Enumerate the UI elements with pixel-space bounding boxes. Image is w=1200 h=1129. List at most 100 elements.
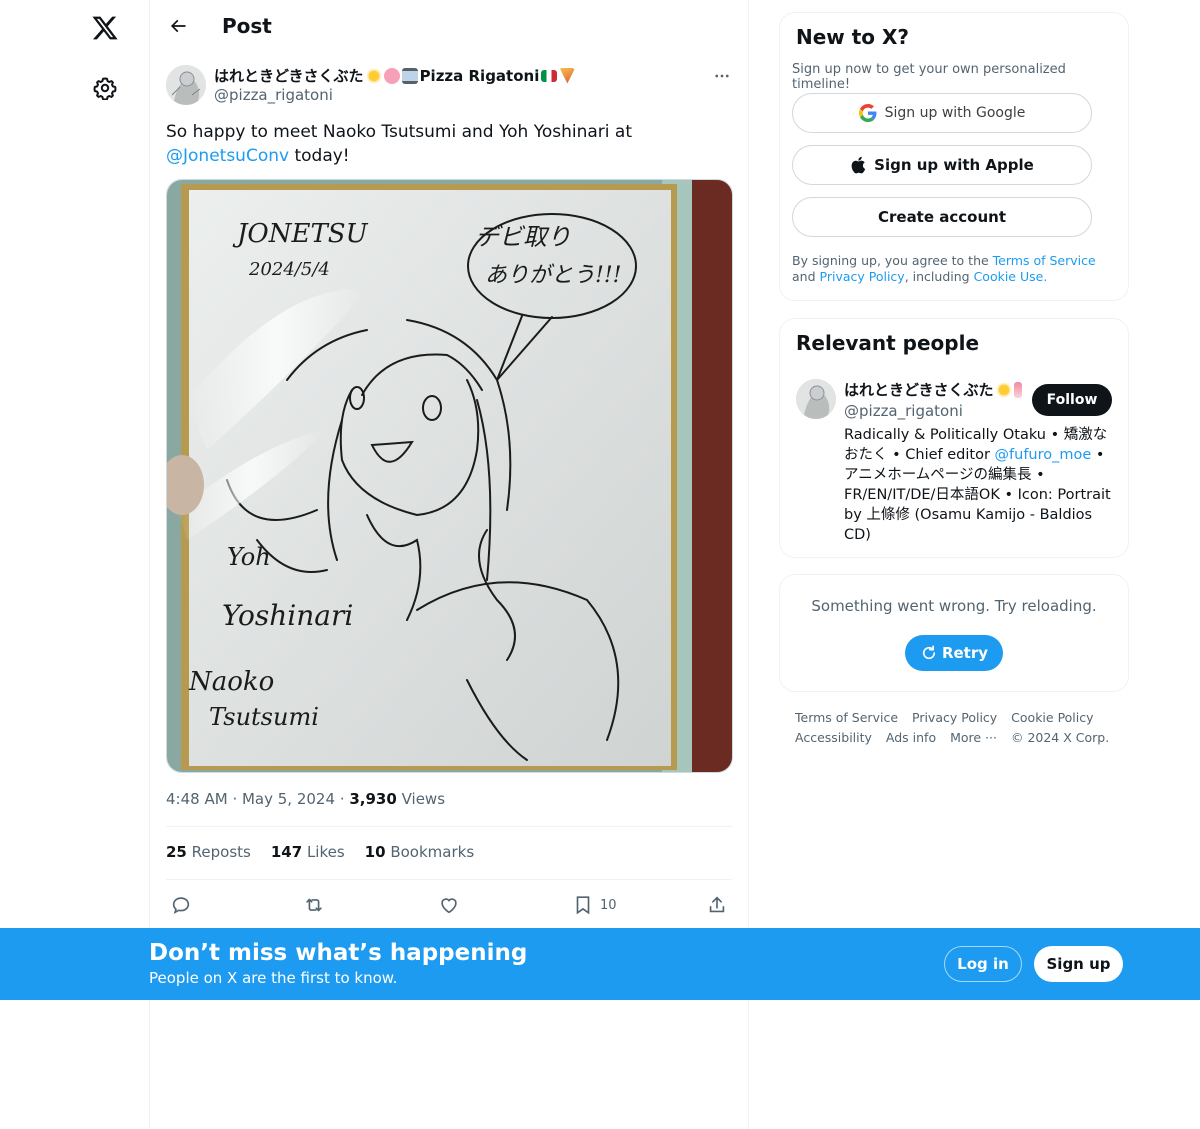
follow-button[interactable]: Follow [1032, 384, 1112, 416]
relevant-person-name[interactable]: はれときどきさくぶた [844, 379, 1022, 400]
retry-icon [922, 645, 936, 660]
tweet-date[interactable]: May 5, 2024 [242, 790, 335, 808]
retry-label: Retry [941, 644, 989, 662]
media-bubble-line1: デビ取り [475, 223, 571, 251]
footer-link[interactable]: Cookie Policy [1011, 710, 1093, 725]
footer-link[interactable]: Ads info [886, 730, 936, 745]
apple-signup-button[interactable]: Sign up with Apple [792, 145, 1092, 185]
legal-and: and [792, 269, 816, 284]
legal-prefix: By signing up, you agree to the [792, 253, 993, 268]
bottle-emoji-icon [1013, 381, 1022, 398]
meta-dot: · [339, 790, 350, 808]
bookmarks-label: Bookmarks [390, 843, 475, 861]
tweet-stats: 25 Reposts 147 Likes 10 Bookmarks [166, 843, 474, 861]
views-count: 3,930 [349, 790, 397, 808]
footer-link[interactable]: Terms of Service [795, 710, 898, 725]
tweet-media[interactable]: JONETSU 2024/5/4 デビ取り ありがとう!!! Yoh Yoshi… [166, 179, 733, 773]
back-arrow-icon[interactable] [166, 14, 190, 38]
film-emoji-icon [401, 67, 418, 84]
media-sig2-line2: Tsutsumi [209, 703, 319, 731]
bookmark-action[interactable]: 10 [572, 893, 617, 917]
topbar: Post [150, 0, 748, 54]
relevant-people-card: Relevant people はれときどきさくぶた @pizza_rigato… [779, 318, 1129, 558]
likes-label: Likes [306, 843, 345, 861]
pig-emoji-icon [383, 67, 400, 84]
error-card: Something went wrong. Try reloading. Ret… [779, 574, 1129, 692]
footer-link[interactable]: Accessibility [795, 730, 872, 745]
tweet-time[interactable]: 4:48 AM [166, 790, 228, 808]
mention-link[interactable]: @JonetsuConv [166, 146, 289, 166]
tweet-text-after: today! [289, 146, 350, 166]
footer-links: Terms of Service Privacy Policy Cookie P… [795, 708, 1125, 748]
bookmarks-count: 10 [364, 843, 386, 861]
reposts-stat[interactable]: 25 Reposts [166, 843, 251, 861]
sun-emoji-icon [365, 67, 382, 84]
create-account-button[interactable]: Create account [792, 197, 1092, 237]
signup-title: New to X? [796, 25, 910, 49]
gear-icon[interactable] [91, 74, 119, 102]
reposts-count: 25 [166, 843, 187, 861]
banner-subtitle: People on X are the first to know. [149, 969, 398, 987]
relevant-people-title: Relevant people [796, 331, 980, 355]
media-event-text: JONETSU [232, 219, 369, 249]
avatar[interactable] [796, 379, 836, 419]
signup-card: New to X? Sign up now to get your own pe… [779, 12, 1129, 301]
google-signup-label: Sign up with Google [884, 105, 1026, 121]
reply-icon[interactable] [170, 893, 192, 917]
sun-emoji-icon [995, 381, 1012, 398]
signup-subtitle: Sign up now to get your own personalized… [792, 62, 1066, 92]
views-label: Views [401, 790, 446, 808]
retry-button[interactable]: Retry [905, 635, 1003, 671]
divider [166, 826, 732, 827]
relevant-person-name-text: はれときどきさくぶた [844, 381, 994, 399]
google-signup-button[interactable]: Sign up with Google [792, 93, 1092, 133]
author-name-suffix: Pizza Rigatoni [419, 66, 540, 85]
apple-signup-label: Sign up with Apple [874, 156, 1034, 174]
media-sig1-line1: Yoh [227, 543, 271, 571]
legal-including: , including [904, 269, 974, 284]
author-name-text: はれときどきさくぶた [214, 67, 364, 85]
likes-stat[interactable]: 147 Likes [271, 843, 345, 861]
share-icon[interactable] [706, 893, 728, 917]
media-sig1-line2: Yoshinari [222, 599, 353, 632]
error-message: Something went wrong. Try reloading. [811, 597, 1097, 615]
banner-title: Don’t miss what’s happening [149, 940, 528, 966]
bio-mention-link[interactable]: @fufuro_moe [995, 447, 1092, 463]
login-button[interactable]: Log in [944, 946, 1022, 982]
signup-banner: Don’t miss what’s happening People on X … [0, 928, 1200, 1000]
terms-link[interactable]: Terms of Service [993, 253, 1096, 268]
tweet-text: So happy to meet Naoko Tsutsumi and Yoh … [166, 120, 732, 168]
create-account-label: Create account [877, 208, 1006, 226]
divider [166, 879, 732, 880]
repost-icon[interactable] [303, 893, 325, 917]
google-icon [858, 104, 877, 122]
x-logo-icon[interactable] [89, 12, 121, 44]
like-icon[interactable] [438, 893, 460, 917]
footer-link[interactable]: Privacy Policy [912, 710, 997, 725]
media-sig2-line1: Naoko [188, 667, 274, 697]
relevant-person-bio: Radically & Politically Otaku • 矯激なおたく •… [844, 425, 1116, 545]
author-handle[interactable]: @pizza_rigatoni [214, 86, 333, 104]
avatar[interactable] [166, 65, 206, 105]
relevant-person-handle[interactable]: @pizza_rigatoni [844, 402, 963, 420]
tweet-meta: 4:48 AM · May 5, 2024 · 3,930 Views [166, 790, 445, 808]
reposts-label: Reposts [191, 843, 251, 861]
author-name[interactable]: はれときどきさくぶた Pizza Rigatoni [214, 65, 576, 86]
signup-button[interactable]: Sign up [1034, 946, 1123, 982]
bookmark-action-count: 10 [600, 897, 617, 913]
page-title: Post [222, 14, 272, 38]
cookie-link[interactable]: Cookie Use. [974, 269, 1048, 284]
more-icon[interactable] [710, 64, 734, 88]
tweet-text-before: So happy to meet Naoko Tsutsumi and Yoh … [166, 122, 632, 142]
italy-flag-icon [541, 69, 558, 82]
apple-icon [851, 156, 866, 174]
pizza-emoji-icon [559, 67, 576, 84]
footer-link[interactable]: More ··· [950, 730, 997, 745]
media-bubble-line2: ありがとう!!! [485, 263, 622, 288]
privacy-link[interactable]: Privacy Policy [820, 269, 905, 284]
media-date-text: 2024/5/4 [248, 259, 330, 280]
signup-legal-text: By signing up, you agree to the Terms of… [792, 253, 1112, 285]
likes-count: 147 [270, 843, 303, 861]
tweet-actions: 10 [166, 890, 732, 920]
bookmarks-stat[interactable]: 10 Bookmarks [365, 843, 474, 861]
